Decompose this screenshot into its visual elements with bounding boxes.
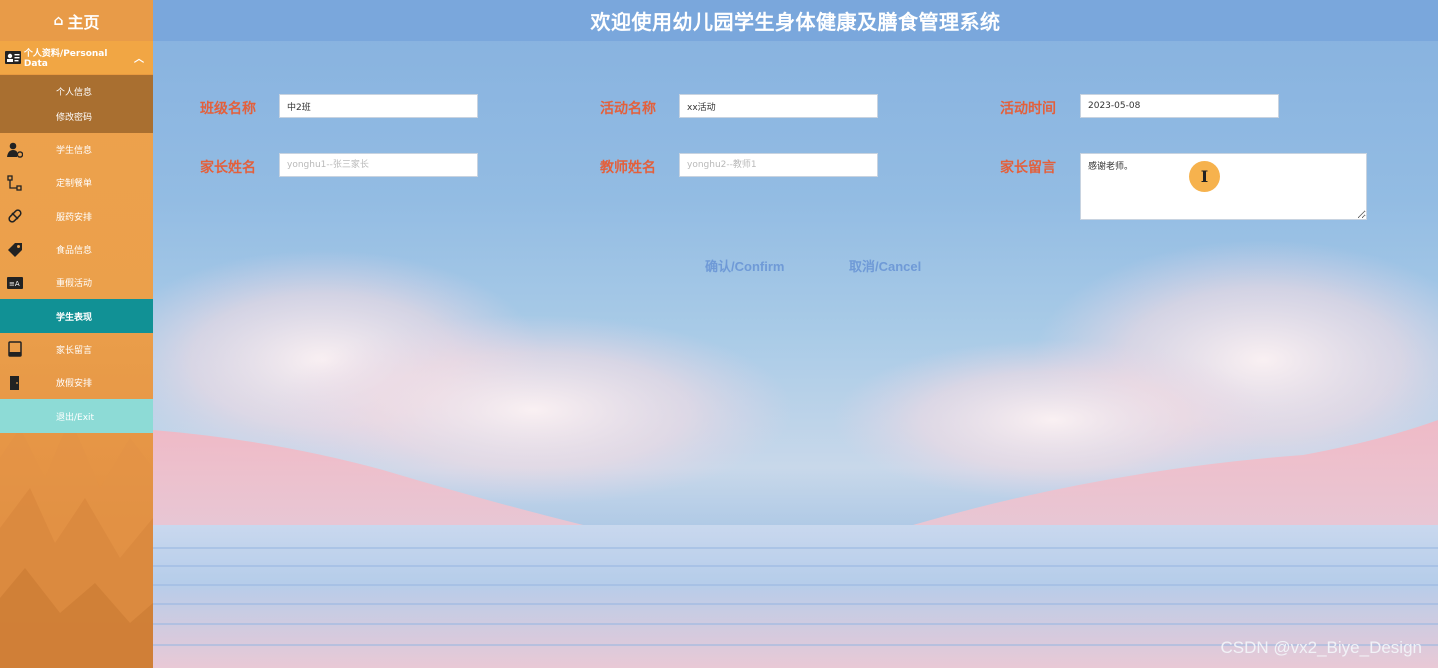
home-link[interactable]: ⌂ 主页 [0, 0, 153, 41]
user-gear-icon [6, 141, 24, 159]
sidebar-item-change-password[interactable]: 修改密码 [0, 110, 153, 123]
door-icon [6, 374, 24, 392]
translate-icon: ≡A [6, 274, 24, 292]
pills-icon [6, 207, 24, 225]
activity-name-input[interactable] [679, 94, 878, 118]
class-name-label: 班级名称 [200, 101, 256, 117]
parent-name-select[interactable] [279, 153, 478, 177]
book-icon [6, 340, 24, 358]
tag-icon [6, 241, 24, 259]
sidebar-item-label: 退出/Exit [56, 412, 95, 423]
id-card-icon [2, 51, 24, 64]
sidebar-item-exit[interactable]: 退出/Exit [0, 399, 153, 433]
home-label: 主页 [67, 12, 100, 32]
sidebar-item-personal-info[interactable]: 个人信息 [0, 85, 153, 98]
activity-name-label: 活动名称 [600, 101, 656, 117]
watermark: CSDN @vx2_Biye_Design [1220, 638, 1422, 657]
personal-data-label: 个人资料/Personal Data [23, 49, 108, 69]
activity-time-label: 活动时间 [1000, 101, 1056, 117]
home-icon: ⌂ [53, 12, 64, 29]
page-title: 欢迎使用幼儿园学生身体健康及膳食管理系统 [590, 10, 1001, 34]
sidebar-item-student-info[interactable]: 学生信息 [0, 133, 153, 166]
teacher-name-label: 教师姓名 [600, 160, 656, 176]
parent-message-textarea[interactable]: 感谢老师。 [1080, 153, 1367, 220]
text-cursor-icon: I [1189, 161, 1220, 192]
personal-data-toggle[interactable]: 个人资料/Personal Data ︿ [0, 41, 153, 75]
cancel-button[interactable]: 取消/Cancel [849, 256, 921, 275]
teacher-name-select[interactable] [679, 153, 878, 177]
parent-name-label: 家长姓名 [200, 160, 256, 176]
sidebar-item-holiday-activity[interactable]: ≡A 重假活动 [0, 266, 153, 299]
confirm-button[interactable]: 确认/Confirm [705, 256, 784, 275]
parent-message-label: 家长留言 [1000, 160, 1056, 176]
chevron-up-icon: ︿ [134, 54, 144, 65]
sidebar-item-parent-message[interactable]: 家长留言 [0, 333, 153, 366]
main-content: 欢迎使用幼儿园学生身体健康及膳食管理系统 班级名称 活动名称 活动时间 家长姓名… [153, 0, 1438, 668]
sidebar-item-food-info[interactable]: 食品信息 [0, 233, 153, 266]
sidebar-item-label: 学生表现 [56, 312, 93, 323]
svg-text:≡A: ≡A [9, 280, 20, 288]
sidebar-item-medication[interactable]: 服药安排 [0, 200, 153, 233]
sidebar-item-student-performance[interactable]: 学生表现 [0, 299, 153, 333]
sitemap-icon [6, 174, 24, 192]
sidebar-item-vacation[interactable]: 放假安排 [0, 366, 153, 399]
class-name-input[interactable] [279, 94, 478, 118]
sidebar-item-custom-menu[interactable]: 定制餐单 [0, 166, 153, 199]
activity-time-input[interactable] [1080, 94, 1279, 118]
personal-data-submenu: 个人信息 修改密码 [0, 75, 153, 133]
page-header: 欢迎使用幼儿园学生身体健康及膳食管理系统 [153, 0, 1438, 41]
sidebar: ⌂ 主页 个人资料/Personal Data ︿ 个人信息 修改密码 学生信息… [0, 0, 153, 668]
